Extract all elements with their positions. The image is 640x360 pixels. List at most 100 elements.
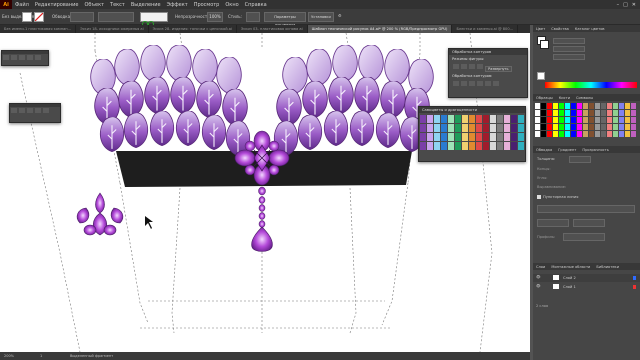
menu-select[interactable]: Выделение [128,2,164,8]
exclude-icon[interactable] [477,64,483,69]
swatch-cell[interactable] [631,124,636,130]
tab-swatches[interactable]: Образцы [536,96,553,100]
style-swatch[interactable] [246,12,260,22]
swatch-cell[interactable] [583,124,588,130]
swatch-cell[interactable] [547,117,552,123]
blob-brush-icon[interactable] [19,55,25,60]
right-petal-cluster[interactable] [273,45,434,157]
eye-icon[interactable]: 👁 [536,275,541,279]
swatch-cell[interactable] [476,124,482,132]
swatch-cell[interactable] [595,110,600,116]
swatch-cell[interactable] [553,103,558,109]
swatch-cell[interactable] [577,117,582,123]
outline-icon[interactable] [485,81,491,86]
tab-document-2[interactable]: Эскиз 18- исходники ожерелья ai [76,25,149,33]
menu-help[interactable]: Справка [242,2,270,8]
tab-color[interactable]: Цвет [536,27,545,31]
tab-document-6[interactable]: Блестки и каменья.ai @ 800... [452,25,519,33]
swatch-cell[interactable] [511,133,517,141]
tab-layers[interactable]: Слои [536,265,545,269]
swatch-cell[interactable] [420,133,426,141]
swatch-cell[interactable] [607,131,612,137]
gem-cluster[interactable] [76,192,124,236]
swatch-cell[interactable] [619,131,624,137]
swatch-cell[interactable] [518,115,524,123]
swatch-cell[interactable] [553,110,558,116]
swatch-cell[interactable] [565,124,570,130]
swatch-cell[interactable] [625,103,630,109]
swatch-cell[interactable] [541,110,546,116]
swatch-cell[interactable] [613,103,618,109]
swatch-cell[interactable] [535,110,540,116]
swatch-cell[interactable] [577,124,582,130]
curvature-tool-icon[interactable] [43,108,49,113]
swatch-cell[interactable] [547,103,552,109]
tab-gradient[interactable]: Градиент [558,148,576,152]
swatch-cell[interactable] [535,124,540,130]
swatch-cell[interactable] [595,131,600,137]
brush-tool-icon[interactable] [3,55,9,60]
swatch-cell[interactable] [589,131,594,137]
swatch-cell[interactable] [490,142,496,150]
swatch-cell[interactable] [469,124,475,132]
swatch-cell[interactable] [518,133,524,141]
swatch-cell[interactable] [583,103,588,109]
swatch-cell[interactable] [565,110,570,116]
tab-document-3[interactable]: Эскиз 28- изделия: тапочки с цепочкой.ai [149,25,237,33]
swatch-cell[interactable] [613,110,618,116]
scissors-tool-icon[interactable] [35,55,41,60]
divide-icon[interactable] [453,81,459,86]
swatch-cell[interactable] [455,115,461,123]
swatch-cell[interactable] [504,115,510,123]
variable-width-field[interactable] [98,12,134,22]
swatch-cell[interactable] [553,117,558,123]
swatch-cell[interactable] [476,115,482,123]
swatch-cell[interactable] [601,110,606,116]
tab-document-4[interactable]: Эскиз 03- пластиковая основа ai [237,25,308,33]
eraser-tool-icon[interactable] [27,55,33,60]
swatch-cell[interactable] [589,103,594,109]
swatch-cell[interactable] [535,131,540,137]
swatch-cell[interactable] [434,115,440,123]
swatch-cell[interactable] [619,117,624,123]
swatch-cell[interactable] [448,124,454,132]
swatch-cell[interactable] [571,110,576,116]
swatch-cell[interactable] [434,133,440,141]
swatch-cell[interactable] [504,124,510,132]
swatch-cell[interactable] [571,124,576,130]
swatch-cell[interactable] [583,117,588,123]
swatch-cell[interactable] [469,142,475,150]
swatch-cell[interactable] [455,142,461,150]
swatch-cell[interactable] [441,124,447,132]
swatch-cell[interactable] [541,117,546,123]
merge-icon[interactable] [469,81,475,86]
opacity-field[interactable]: 100% [207,12,223,22]
swatch-cell[interactable] [427,142,433,150]
swatch-cell[interactable] [613,131,618,137]
menu-object[interactable]: Объект [81,2,107,8]
swatch-cell[interactable] [490,115,496,123]
minimize-icon[interactable]: – [617,2,620,8]
eye-icon[interactable]: 👁 [536,284,541,288]
swatch-cell[interactable] [535,117,540,123]
swatch-cell[interactable] [583,110,588,116]
swatch-cell[interactable] [553,131,558,137]
swatch-cell[interactable] [504,133,510,141]
swatch-cell[interactable] [625,110,630,116]
swatch-cell[interactable] [469,133,475,141]
swatch-cell[interactable] [511,124,517,132]
swatch-cell[interactable] [434,142,440,150]
swatch-cell[interactable] [625,117,630,123]
swatches-grid[interactable] [535,103,639,143]
swatch-cell[interactable] [571,117,576,123]
menu-edit[interactable]: Редактирование [32,2,82,8]
swatch-cell[interactable] [601,124,606,130]
pencil-tool-icon[interactable] [11,55,17,60]
swatch-cell[interactable] [469,115,475,123]
stroke-swatch[interactable] [34,12,44,22]
weight-field[interactable] [569,156,591,163]
tab-symbols[interactable]: Символы [576,96,593,100]
swatch-cell[interactable] [483,124,489,132]
swatch-cell[interactable] [595,124,600,130]
swatch-cell[interactable] [541,103,546,109]
